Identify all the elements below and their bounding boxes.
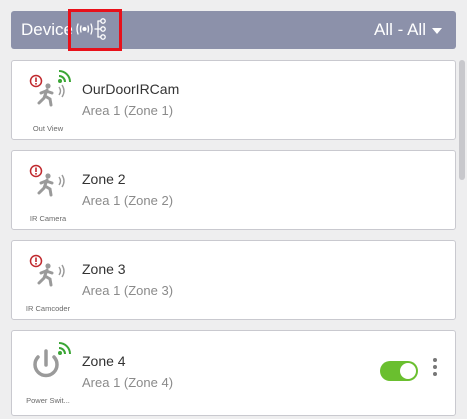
device-location: Area 1 (Zone 2) (82, 193, 174, 208)
device-thumbnail: IR Camcoder (21, 249, 75, 313)
device-name: OurDoorIRCam (82, 81, 180, 97)
device-name: Zone 3 (82, 261, 126, 277)
motion-sensor-icon (29, 164, 65, 197)
chevron-down-icon (432, 28, 442, 34)
device-card[interactable]: Power Swit... Zone 4 Area 1 (Zone 4) (11, 330, 456, 416)
device-name: Zone 2 (82, 171, 126, 187)
device-card[interactable]: Out View OurDoorIRCam Area 1 (Zone 1) (11, 60, 456, 140)
device-location: Area 1 (Zone 3) (82, 283, 174, 298)
device-location: Area 1 (Zone 4) (82, 375, 174, 390)
toggle-knob (400, 363, 416, 379)
device-name: Zone 4 (82, 353, 126, 369)
signal-icon (58, 342, 71, 355)
filter-value: All - All (374, 20, 426, 39)
device-topology-icon[interactable] (75, 17, 109, 43)
scrollbar[interactable] (459, 60, 465, 180)
filter-dropdown[interactable]: All - All (374, 20, 442, 40)
device-thumbnail: IR Camera (21, 159, 75, 223)
signal-icon (58, 70, 71, 83)
page-title: Device (21, 20, 73, 39)
device-thumbnail: Power Swit... (21, 341, 75, 405)
device-type-label: Power Swit... (26, 396, 70, 405)
power-toggle[interactable] (380, 361, 418, 381)
device-card[interactable]: IR Camera Zone 2 Area 1 (Zone 2) (11, 150, 456, 230)
device-thumbnail: Out View (21, 69, 75, 133)
motion-sensor-icon (29, 254, 65, 287)
device-type-label: IR Camera (29, 214, 67, 223)
device-type-label: IR Camcoder (25, 304, 71, 313)
more-options-icon[interactable] (431, 358, 439, 380)
device-location: Area 1 (Zone 1) (82, 103, 174, 118)
device-card[interactable]: IR Camcoder Zone 3 Area 1 (Zone 3) (11, 240, 456, 320)
device-type-label: Out View (32, 124, 64, 133)
